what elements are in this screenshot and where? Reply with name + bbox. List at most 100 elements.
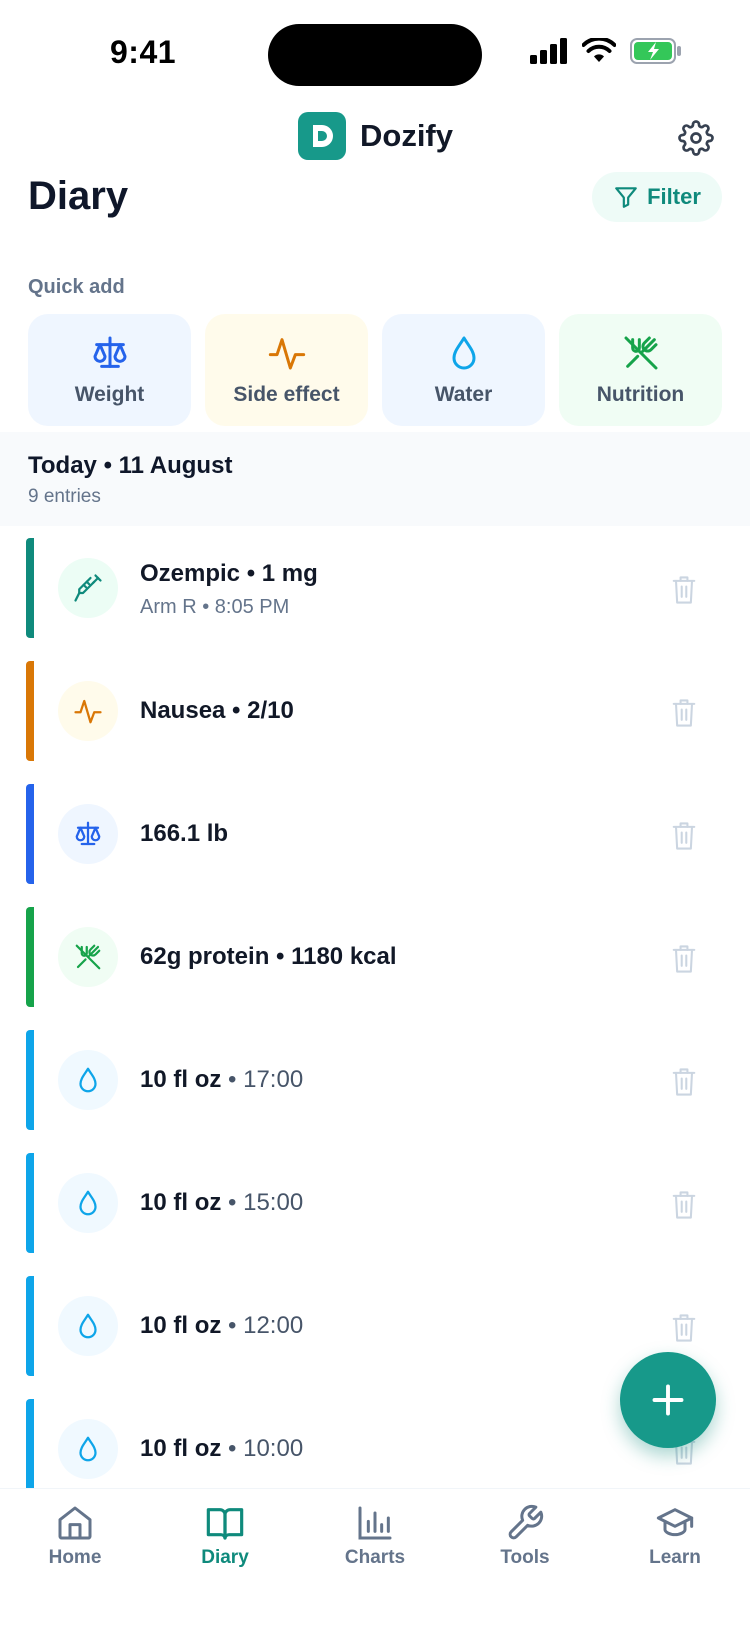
quick-add-label-side-effect: Side effect [233, 383, 340, 406]
trash-icon[interactable] [670, 820, 698, 852]
graduation-cap-icon [656, 1508, 694, 1537]
diary-entry[interactable]: 10 fl oz • 17:00 [0, 1028, 750, 1151]
quick-add-label-water: Water [434, 383, 493, 406]
page-title: Diary [28, 174, 129, 218]
filter-label: Filter [647, 184, 701, 209]
quick-add-nutrition[interactable]: Nutrition [559, 314, 722, 426]
entry-title: 62g protein • 1180 kcal [140, 943, 397, 970]
dynamic-island [268, 24, 482, 86]
battery-charging-icon [630, 38, 681, 64]
tab-label: Home [48, 1547, 102, 1568]
entry-color-bar [26, 784, 34, 884]
entry-color-bar [26, 1276, 34, 1376]
entry-color-bar [26, 1153, 34, 1253]
drop-icon [79, 1067, 97, 1093]
utensils-icon [624, 336, 657, 370]
app-header: Dozify [0, 112, 750, 168]
tab-diary[interactable]: Diary [150, 1489, 300, 1630]
drop-icon [79, 1190, 97, 1216]
entry-time: • 15:00 [228, 1189, 304, 1216]
filter-button[interactable]: Filter [592, 172, 722, 222]
bar-chart-icon [358, 1506, 392, 1540]
entry-time: • 10:00 [228, 1435, 304, 1462]
day-title: Today • 11 August [28, 452, 233, 479]
quick-add-weight[interactable]: Weight [28, 314, 191, 426]
diary-entry[interactable]: 62g protein • 1180 kcal [0, 905, 750, 1028]
entry-count: 9 entries [28, 486, 101, 507]
app-logo [298, 112, 346, 160]
quick-add-label: Quick add [28, 276, 125, 298]
trash-icon[interactable] [670, 943, 698, 975]
diary-entry[interactable]: 166.1 lb [0, 782, 750, 905]
entry-icon-badge [58, 804, 118, 864]
quick-add-row: Weight Side effect Water Nutrition [28, 314, 722, 426]
pulse-icon [268, 338, 305, 370]
tab-tools[interactable]: Tools [450, 1489, 600, 1630]
tab-home[interactable]: Home [0, 1489, 150, 1630]
diary-entry[interactable]: Ozempic • 1 mg Arm R • 8:05 PM [0, 536, 750, 659]
entry-icon-badge [58, 1050, 118, 1110]
quick-add-water[interactable]: Water [382, 314, 545, 426]
entry-time: • 12:00 [228, 1312, 304, 1339]
add-entry-button[interactable] [620, 1352, 716, 1448]
quick-add-side-effect[interactable]: Side effect [205, 314, 368, 426]
entry-icon-badge [58, 558, 118, 618]
plus-icon [652, 1384, 684, 1416]
entry-title: 10 fl oz • 15:00 [140, 1189, 304, 1216]
home-icon [58, 1506, 92, 1540]
status-icons [530, 38, 682, 64]
status-bar: 9:41 [0, 0, 750, 100]
entry-icon-badge [58, 1173, 118, 1233]
pulse-icon [74, 699, 102, 724]
tab-label: Charts [344, 1547, 406, 1568]
entry-title: 10 fl oz • 12:00 [140, 1312, 304, 1339]
tab-label: Learn [649, 1547, 701, 1568]
entry-icon-badge [58, 1296, 118, 1356]
entry-icon-badge [58, 681, 118, 741]
tab-label: Tools [500, 1547, 550, 1568]
entry-time: • 17:00 [228, 1066, 304, 1093]
entry-color-bar [26, 1399, 34, 1488]
drop-icon [79, 1313, 97, 1339]
drop-icon [79, 1436, 97, 1462]
entry-title: Ozempic • 1 mg [140, 560, 318, 587]
trash-icon[interactable] [670, 574, 698, 606]
trash-icon[interactable] [670, 1066, 698, 1098]
entry-title: 166.1 lb [140, 820, 229, 847]
tab-charts[interactable]: Charts [300, 1489, 450, 1630]
trash-icon[interactable] [670, 1312, 698, 1344]
settings-button[interactable] [676, 118, 716, 158]
filter-icon [615, 187, 637, 208]
tab-learn[interactable]: Learn [600, 1489, 750, 1630]
entry-color-bar [26, 1030, 34, 1130]
trash-icon[interactable] [670, 1189, 698, 1221]
trash-icon[interactable] [670, 697, 698, 729]
cellular-signal-icon [530, 38, 567, 64]
entry-color-bar [26, 538, 34, 638]
syringe-icon [74, 574, 102, 602]
entry-subtitle: Arm R • 8:05 PM [140, 596, 290, 618]
bottom-tab-bar: Home Diary Charts Tools Learn [0, 1488, 750, 1630]
title-row: Diary Filter [0, 168, 750, 236]
entry-color-bar [26, 907, 34, 1007]
status-time: 9:41 [110, 34, 177, 70]
entry-icon-badge [58, 927, 118, 987]
book-icon [206, 1508, 244, 1540]
entry-title: 10 fl oz • 17:00 [140, 1066, 304, 1093]
entry-title: 10 fl oz • 10:00 [140, 1435, 304, 1462]
scale-icon [93, 336, 126, 368]
entry-icon-badge [58, 1419, 118, 1479]
app-name: Dozify [360, 118, 453, 153]
entry-title: Nausea • 2/10 [140, 697, 294, 724]
logo-d-icon [313, 125, 333, 147]
gear-icon [678, 120, 714, 156]
tab-label: Diary [201, 1547, 249, 1568]
wifi-icon [582, 38, 616, 62]
utensils-icon [75, 944, 101, 970]
day-section-header: Today • 11 August 9 entries [0, 432, 750, 526]
diary-entry[interactable]: Nausea • 2/10 [0, 659, 750, 782]
entry-color-bar [26, 661, 34, 761]
brand: Dozify [298, 112, 453, 160]
diary-entry-list: Ozempic • 1 mg Arm R • 8:05 PM Nausea • … [0, 536, 750, 1488]
diary-entry[interactable]: 10 fl oz • 15:00 [0, 1151, 750, 1274]
